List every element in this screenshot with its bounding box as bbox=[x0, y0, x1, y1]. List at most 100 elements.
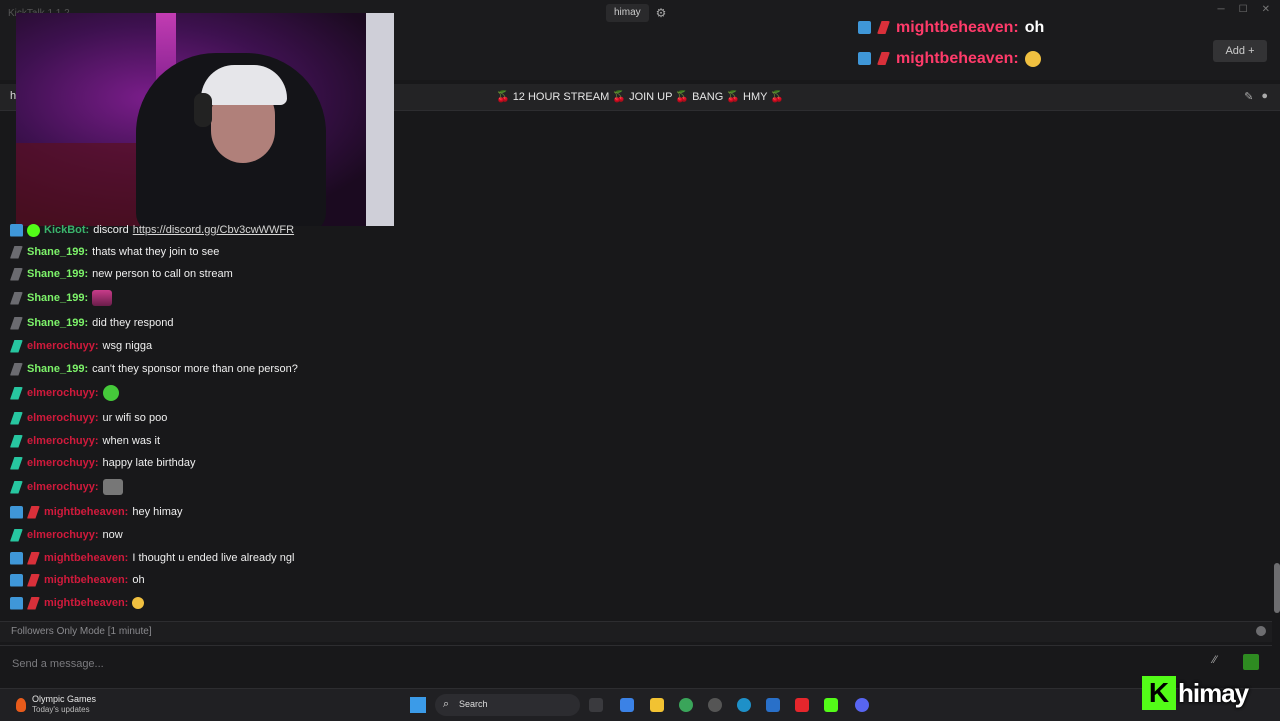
kick-logo: K bbox=[1142, 676, 1176, 710]
kick-icon[interactable] bbox=[824, 698, 838, 712]
windows-start-icon[interactable] bbox=[410, 697, 426, 713]
followers-mode-bar: Followers Only Mode [1 minute] bbox=[0, 621, 1272, 642]
user-badge-icon bbox=[10, 386, 23, 400]
obs-icon[interactable] bbox=[708, 698, 722, 712]
emote-picker-icon[interactable]: ⁄⁄ bbox=[1213, 654, 1231, 670]
chat-text: I thought u ended live already ngl bbox=[132, 552, 295, 564]
subscriber-badge-icon bbox=[10, 551, 23, 565]
chat-text: did they respond bbox=[92, 317, 174, 329]
info-icon[interactable] bbox=[1256, 626, 1266, 636]
sad-face-emote-icon bbox=[1024, 50, 1041, 67]
chat-username[interactable]: Shane_199: bbox=[27, 246, 88, 258]
user-badge-icon bbox=[10, 480, 23, 494]
discord-link[interactable]: https://discord.gg/Cbv3cwWWFR bbox=[133, 224, 294, 236]
chat-username[interactable]: Shane_199: bbox=[27, 268, 88, 280]
chat-message: mightbeheaven: I thought u ended live al… bbox=[10, 547, 294, 569]
followers-mode-text: Followers Only Mode [1 minute] bbox=[11, 626, 152, 637]
window-controls: ─ ☐ ✕ bbox=[1218, 4, 1270, 15]
chat-text: hey himay bbox=[132, 506, 183, 518]
chat-text: thats what they join to see bbox=[92, 246, 220, 258]
maximize-icon[interactable]: ☐ bbox=[1239, 4, 1248, 15]
add-chat-button[interactable]: Add + bbox=[1213, 40, 1267, 62]
cat-emote-icon bbox=[102, 479, 123, 495]
user-badge-icon bbox=[10, 411, 23, 425]
sad-face-emote-icon bbox=[132, 597, 145, 609]
overlay-username: mightbeheaven: bbox=[896, 18, 1019, 36]
chat-username[interactable]: elmerochuyy: bbox=[27, 412, 99, 424]
chat-username[interactable]: elmerochuyy: bbox=[27, 481, 99, 493]
search-label: Search bbox=[459, 699, 488, 709]
overlay-message: mightbeheaven: bbox=[858, 43, 1198, 74]
edge-icon[interactable] bbox=[737, 698, 751, 712]
chat-text: new person to call on stream bbox=[92, 268, 233, 280]
user-badge-icon bbox=[10, 267, 23, 281]
task-view-icon[interactable] bbox=[589, 698, 603, 712]
chat-username[interactable]: elmerochuyy: bbox=[27, 340, 99, 352]
chrome-icon[interactable] bbox=[679, 698, 693, 712]
chat-username[interactable]: elmerochuyy: bbox=[27, 435, 99, 447]
file-explorer-icon[interactable] bbox=[650, 698, 664, 712]
chat-username[interactable]: Shane_199: bbox=[27, 317, 88, 329]
subscriber-badge-icon bbox=[858, 52, 871, 65]
user-badge-icon bbox=[10, 456, 23, 470]
chat-message: Shane_199: can't they sponsor more than … bbox=[10, 358, 298, 380]
news-widget[interactable]: Olympic Games Today's updates bbox=[16, 694, 96, 715]
send-message-input[interactable] bbox=[10, 652, 1194, 676]
chat-username[interactable]: elmerochuyy: bbox=[27, 387, 99, 399]
pin-icon[interactable]: ✎ bbox=[1244, 90, 1253, 103]
chat-message: Shane_199: did they respond bbox=[10, 312, 174, 334]
chat-username[interactable]: mightbeheaven: bbox=[44, 552, 128, 564]
taskbar-search[interactable]: ⌕ Search bbox=[435, 694, 580, 716]
chat-username[interactable]: mightbeheaven: bbox=[44, 574, 128, 586]
chat-message: Shane_199: bbox=[10, 287, 113, 309]
store-icon[interactable] bbox=[766, 698, 780, 712]
user-icon[interactable]: ● bbox=[1261, 90, 1268, 103]
subscriber-badge-icon bbox=[10, 573, 23, 587]
chat-username[interactable]: elmerochuyy: bbox=[27, 457, 99, 469]
blob-emote-icon bbox=[102, 385, 119, 401]
gift-badge-icon bbox=[27, 573, 40, 587]
chat-username[interactable]: Shane_199: bbox=[27, 292, 88, 304]
chat-message: KickBot: discord https://discord.gg/Cbv3… bbox=[10, 219, 294, 241]
discord-icon[interactable] bbox=[855, 698, 869, 712]
chat-message: Shane_199: thats what they join to see bbox=[10, 241, 219, 263]
tab-himay[interactable]: himay bbox=[606, 4, 649, 22]
user-badge-icon bbox=[10, 291, 23, 305]
chat-message: elmerochuyy: wsg nigga bbox=[10, 335, 152, 357]
user-badge-icon bbox=[10, 245, 23, 259]
gift-badge-icon bbox=[877, 52, 890, 65]
subscriber-badge-icon bbox=[10, 596, 23, 610]
gift-badge-icon bbox=[27, 596, 40, 610]
user-badge-icon bbox=[10, 528, 23, 542]
chat-text: now bbox=[102, 529, 123, 541]
brand-name: himay bbox=[1178, 678, 1249, 708]
info-icons: ✎ ● bbox=[1244, 90, 1268, 103]
kick-emote-icon[interactable] bbox=[1243, 654, 1259, 670]
subscriber-badge-icon bbox=[10, 505, 23, 519]
chat-username[interactable]: Shane_199: bbox=[27, 363, 88, 375]
close-icon[interactable]: ✕ bbox=[1262, 4, 1270, 15]
chat-text: ur wifi so poo bbox=[102, 412, 168, 424]
chat-message: elmerochuyy: now bbox=[10, 524, 123, 546]
chat-username[interactable]: elmerochuyy: bbox=[27, 529, 99, 541]
youtube-icon[interactable] bbox=[795, 698, 809, 712]
chat-username[interactable]: mightbeheaven: bbox=[44, 597, 128, 609]
minimize-icon[interactable]: ─ bbox=[1218, 4, 1225, 15]
chat-text: oh bbox=[132, 574, 145, 586]
chat-message: elmerochuyy: happy late birthday bbox=[10, 452, 195, 474]
copilot-icon[interactable] bbox=[620, 698, 634, 712]
overlay-text: oh bbox=[1024, 18, 1045, 36]
chat-username[interactable]: KickBot: bbox=[44, 224, 89, 236]
chat-scrollbar[interactable] bbox=[1274, 563, 1280, 613]
bang-emote-icon bbox=[92, 290, 113, 306]
chat-message: elmerochuyy: ur wifi so poo bbox=[10, 407, 167, 429]
gift-badge-icon bbox=[27, 505, 40, 519]
chat-message: elmerochuyy: bbox=[10, 382, 119, 404]
chat-username[interactable]: mightbeheaven: bbox=[44, 506, 128, 518]
chat-message: mightbeheaven: bbox=[10, 592, 145, 614]
user-badge-icon bbox=[10, 362, 23, 376]
chat-message: Shane_199: new person to call on stream bbox=[10, 263, 233, 285]
settings-gear-icon[interactable]: ⚙ bbox=[652, 4, 670, 22]
chat-text: discord bbox=[93, 224, 129, 236]
subscriber-badge-icon bbox=[858, 21, 871, 34]
